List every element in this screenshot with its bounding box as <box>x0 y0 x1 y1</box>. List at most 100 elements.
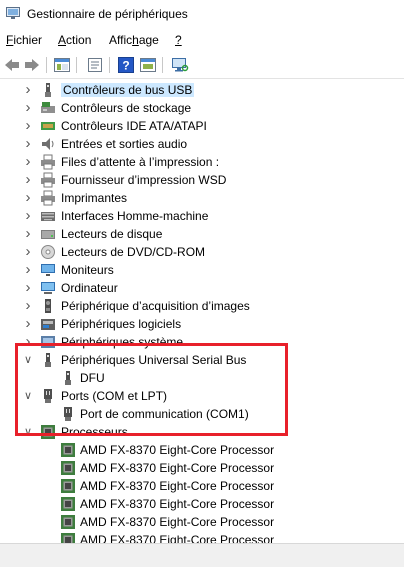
printer-icon <box>40 172 56 188</box>
tree-category-item[interactable]: › Fournisseur d’impression WSD <box>0 171 404 189</box>
tree-category-item[interactable]: › Entrées et sorties audio <box>0 135 404 153</box>
expand-chevron-right-icon[interactable]: › <box>22 100 34 115</box>
menu-help[interactable]: ? <box>175 33 182 47</box>
device-manager-icon <box>6 7 20 19</box>
tree-item-label: Fournisseur d’impression WSD <box>61 173 227 187</box>
expand-chevron-right-icon[interactable]: › <box>22 136 34 151</box>
device-tree[interactable]: › Contrôleurs de bus USB › Contrôleurs de s… <box>0 80 404 543</box>
tree-category-item[interactable]: › Interfaces Homme-machine <box>0 207 404 225</box>
expand-chevron-right-icon[interactable]: › <box>22 172 34 187</box>
expand-chevron-down-icon[interactable]: ∨ <box>22 426 34 438</box>
tree-category-item[interactable]: › Périphérique d’acquisition d’images <box>0 297 404 315</box>
tree-item-label: Contrôleurs de stockage <box>61 101 192 115</box>
toolbar-separator <box>162 57 163 73</box>
tree-item-label: Entrées et sorties audio <box>61 137 188 151</box>
tree-category-item[interactable]: › Contrôleurs IDE ATA/ATAPI <box>0 117 404 135</box>
printer-icon <box>40 154 56 170</box>
expand-chevron-right-icon[interactable]: › <box>22 298 34 313</box>
tree-category-item[interactable]: › Moniteurs <box>0 261 404 279</box>
forward-button[interactable] <box>23 56 41 74</box>
tree-item-label: Interfaces Homme-machine <box>61 209 209 223</box>
tree-item-label: Ports (COM et LPT) <box>61 389 168 403</box>
tree-category-item[interactable]: › Contrôleurs de bus USB <box>0 81 404 99</box>
tree-child-item[interactable]: AMD FX-8370 Eight-Core Processor <box>0 459 404 477</box>
expand-chevron-right-icon[interactable]: › <box>22 226 34 241</box>
tree-child-item[interactable]: AMD FX-8370 Eight-Core Processor <box>0 495 404 513</box>
update-driver-button[interactable] <box>139 56 157 74</box>
expand-chevron-right-icon[interactable]: › <box>22 208 34 223</box>
disk-icon <box>40 226 56 242</box>
tree-category-item[interactable]: › Files d’attente à l’impression : <box>0 153 404 171</box>
tree-item-label: Processeurs <box>61 425 128 439</box>
title-bar: Gestionnaire de périphériques <box>0 0 404 28</box>
tree-category-item[interactable]: › Périphériques logiciels <box>0 315 404 333</box>
window-title: Gestionnaire de périphériques <box>27 7 188 21</box>
tree-category-item[interactable]: › Imprimantes <box>0 189 404 207</box>
tree-item-label: DFU <box>80 371 105 385</box>
software-device-icon <box>40 316 56 332</box>
tree-child-item[interactable]: AMD FX-8370 Eight-Core Processor <box>0 441 404 459</box>
tree-item-label: Périphériques logiciels <box>61 317 182 331</box>
tree-category-item[interactable]: › Ordinateur <box>0 279 404 297</box>
tree-child-item[interactable]: AMD FX-8370 Eight-Core Processor <box>0 513 404 531</box>
properties-button[interactable] <box>86 56 104 74</box>
tree-child-item[interactable]: AMD FX-8370 Eight-Core Processor <box>0 531 404 543</box>
forward-icon <box>25 59 39 71</box>
storage-icon <box>40 100 56 116</box>
expand-chevron-right-icon[interactable]: › <box>22 280 34 295</box>
properties-icon <box>88 58 102 72</box>
expand-chevron-right-icon[interactable]: › <box>22 316 34 331</box>
tree-category-item[interactable]: › Lecteurs de disque <box>0 225 404 243</box>
expand-chevron-right-icon[interactable]: › <box>22 118 34 133</box>
expand-chevron-right-icon[interactable]: › <box>22 190 34 205</box>
computer-icon <box>40 280 56 296</box>
show-hide-button[interactable] <box>53 56 71 74</box>
tree-category-item[interactable]: › Contrôleurs de stockage <box>0 99 404 117</box>
toolbar-separator <box>109 57 110 73</box>
menu-affichage[interactable]: Affichage <box>109 33 159 47</box>
tree-item-label: Imprimantes <box>61 191 128 205</box>
expand-chevron-right-icon[interactable]: › <box>22 244 34 259</box>
scan-hardware-icon <box>172 58 189 72</box>
tree-child-item[interactable]: Port de communication (COM1) <box>0 405 404 423</box>
tree-item-label: Contrôleurs IDE ATA/ATAPI <box>61 119 207 133</box>
cpu-icon <box>60 442 76 458</box>
expand-chevron-down-icon[interactable]: ∨ <box>22 390 34 402</box>
tree-child-item[interactable]: AMD FX-8370 Eight-Core Processor <box>0 477 404 495</box>
toolbar-separator <box>76 57 77 73</box>
tree-item-label: Moniteurs <box>61 263 114 277</box>
tree-item-label: Périphériques système <box>61 335 184 349</box>
menu-action[interactable]: Action <box>58 33 91 47</box>
tree-item-label: AMD FX-8370 Eight-Core Processor <box>80 515 275 529</box>
system-icon <box>40 334 56 350</box>
toolbar-separator <box>46 57 47 73</box>
keyboard-icon <box>40 208 56 224</box>
port-icon <box>60 406 76 422</box>
cpu-icon <box>40 424 56 440</box>
monitor-icon <box>40 262 56 278</box>
tree-category-item[interactable]: › Lecteurs de DVD/CD-ROM <box>0 243 404 261</box>
tree-category-item[interactable]: ∨ Ports (COM et LPT) <box>0 387 404 405</box>
scan-hardware-button[interactable] <box>171 56 189 74</box>
tree-category-item[interactable]: ∨ Processeurs <box>0 423 404 441</box>
expand-chevron-right-icon[interactable]: › <box>22 262 34 277</box>
expand-chevron-right-icon[interactable]: › <box>22 334 34 349</box>
expand-chevron-down-icon[interactable]: ∨ <box>22 354 34 366</box>
tree-child-item[interactable]: DFU <box>0 369 404 387</box>
tree-item-label: AMD FX-8370 Eight-Core Processor <box>80 479 275 493</box>
menu-fichier[interactable]: Fichier <box>6 33 42 47</box>
expand-chevron-right-icon[interactable]: › <box>22 82 34 97</box>
help-button[interactable]: ? <box>117 56 135 74</box>
back-button[interactable] <box>3 56 21 74</box>
help-icon: ? <box>118 57 134 73</box>
usb-icon <box>40 82 56 98</box>
speaker-icon <box>40 136 56 152</box>
show-hide-icon <box>54 58 70 72</box>
tree-category-item[interactable]: › Périphériques système <box>0 333 404 351</box>
camera-icon <box>40 298 56 314</box>
tree-item-label: Lecteurs de DVD/CD-ROM <box>61 245 206 259</box>
cpu-icon <box>60 514 76 530</box>
expand-chevron-right-icon[interactable]: › <box>22 154 34 169</box>
svg-text:?: ? <box>122 59 129 73</box>
tree-category-item[interactable]: ∨ Périphériques Universal Serial Bus <box>0 351 404 369</box>
